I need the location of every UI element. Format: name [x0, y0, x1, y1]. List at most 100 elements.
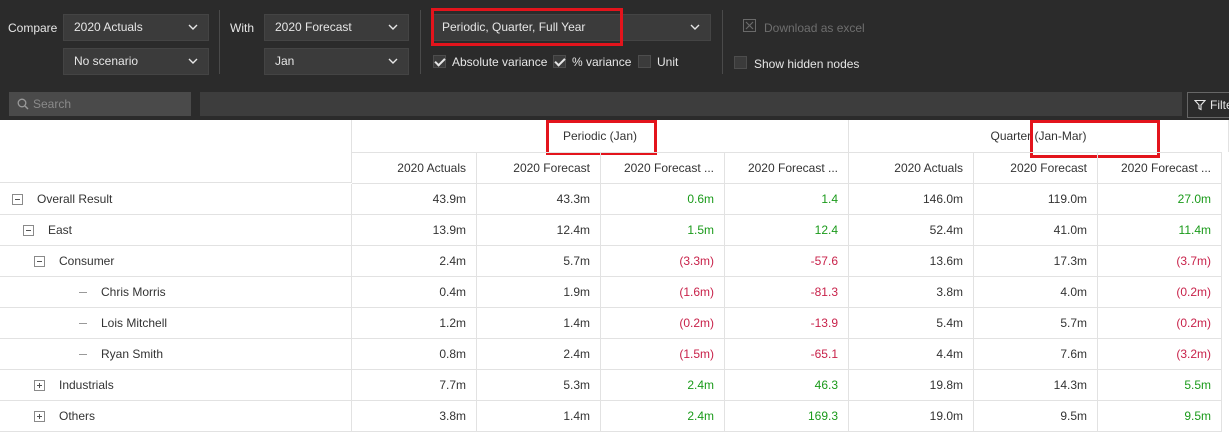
download-excel-button[interactable]: Download as excel — [764, 21, 865, 35]
toolbar-divider — [420, 10, 421, 74]
table-cell: 27.0m — [1098, 184, 1222, 215]
table-row[interactable]: East — [0, 215, 352, 246]
table-cell: (3.2m) — [1098, 339, 1222, 370]
highlight-box — [546, 120, 657, 155]
with-label: With — [230, 21, 254, 35]
chevron-down-icon — [388, 24, 398, 30]
table-cell: 41.0m — [974, 215, 1098, 246]
table-cell: 7.6m — [974, 339, 1098, 370]
with-dropdown-value: 2020 Forecast — [275, 20, 352, 34]
chevron-down-icon — [188, 24, 198, 30]
table-cell: 5.3m — [477, 370, 601, 401]
collapse-icon[interactable] — [23, 225, 34, 236]
expand-icon[interactable] — [34, 411, 45, 422]
table-row[interactable]: Lois Mitchell — [0, 308, 352, 339]
row-label: Chris Morris — [101, 285, 166, 299]
table-cell: 2.4m — [601, 370, 725, 401]
table-cell: 19.0m — [849, 401, 974, 432]
filter-input[interactable] — [200, 92, 1182, 116]
row-label: Others — [59, 409, 96, 423]
table-row[interactable]: Overall Result — [0, 184, 352, 215]
with-dropdown[interactable]: 2020 Forecast — [264, 14, 409, 41]
absolute-variance-checkbox[interactable] — [433, 55, 446, 68]
table-cell: 2.4m — [352, 246, 477, 277]
table-cell: (1.6m) — [601, 277, 725, 308]
table-cell: 11.4m — [1098, 215, 1222, 246]
leaf-icon — [79, 323, 87, 324]
unit-checkbox[interactable] — [638, 55, 651, 68]
table-cell: (0.2m) — [1098, 308, 1222, 339]
scenario-dropdown-value: No scenario — [74, 54, 139, 68]
column-header[interactable]: 2020 Forecast ... — [601, 152, 725, 184]
table-cell: 2.4m — [601, 401, 725, 432]
table-cell: -81.3 — [725, 277, 849, 308]
column-header[interactable]: 2020 Forecast ... — [1098, 152, 1222, 184]
table-row[interactable]: Others — [0, 401, 352, 432]
column-header[interactable]: 2020 Actuals — [352, 152, 477, 184]
table-cell: -13.9 — [725, 308, 849, 339]
table-cell: 0.4m — [352, 277, 477, 308]
column-header[interactable]: 2020 Forecast — [974, 152, 1098, 184]
table-cell: -65.1 — [725, 339, 849, 370]
show-hidden-nodes-checkbox[interactable] — [734, 56, 747, 69]
table-cell: 46.3 — [725, 370, 849, 401]
scenario-dropdown[interactable]: No scenario — [63, 48, 209, 75]
period-dropdown[interactable]: Jan — [264, 48, 409, 75]
table-cell: 4.0m — [974, 277, 1098, 308]
column-header[interactable]: 2020 Actuals — [849, 152, 974, 184]
table-cell: 17.3m — [974, 246, 1098, 277]
table-cell: 5.7m — [477, 246, 601, 277]
toolbar: Compare 2020 Actuals No scenario With 20… — [0, 0, 1229, 90]
leaf-icon — [79, 292, 87, 293]
collapse-icon[interactable] — [12, 194, 23, 205]
table-cell: (3.7m) — [1098, 246, 1222, 277]
compare-dropdown[interactable]: 2020 Actuals — [63, 14, 209, 41]
table-cell: 3.8m — [849, 277, 974, 308]
table-cell: (1.5m) — [601, 339, 725, 370]
leaf-icon — [79, 354, 87, 355]
table-row[interactable]: Industrials — [0, 370, 352, 401]
table-cell: 5.5m — [1098, 370, 1222, 401]
table-cell: 3.8m — [352, 401, 477, 432]
filter-icon — [1194, 99, 1206, 111]
unit-label: Unit — [657, 55, 679, 69]
table-row[interactable]: Chris Morris — [0, 277, 352, 308]
expand-icon[interactable] — [34, 380, 45, 391]
table-cell: 9.5m — [974, 401, 1098, 432]
table-cell: 9.5m — [1098, 401, 1222, 432]
table-cell: 7.7m — [352, 370, 477, 401]
chevron-down-icon — [388, 58, 398, 64]
search-input[interactable]: Search — [9, 92, 191, 116]
table-cell: 2.4m — [477, 339, 601, 370]
collapse-icon[interactable] — [34, 256, 45, 267]
table-cell: 12.4 — [725, 215, 849, 246]
compare-dropdown-value: 2020 Actuals — [74, 20, 143, 34]
table-cell: 13.6m — [849, 246, 974, 277]
row-label: Ryan Smith — [101, 347, 164, 361]
table-cell: 0.6m — [601, 184, 725, 215]
table-cell: 1.9m — [477, 277, 601, 308]
pct-variance-checkbox[interactable] — [553, 55, 566, 68]
filter-button-label: Filter — [1210, 98, 1229, 112]
table-row[interactable]: Ryan Smith — [0, 339, 352, 370]
table-cell: 43.9m — [352, 184, 477, 215]
table-cell: 19.8m — [849, 370, 974, 401]
pct-variance-label: % variance — [572, 55, 632, 69]
row-label: Lois Mitchell — [101, 316, 168, 330]
show-hidden-nodes-label: Show hidden nodes — [754, 57, 860, 71]
filter-button[interactable]: Filter — [1187, 92, 1229, 118]
table-cell: 5.7m — [974, 308, 1098, 339]
data-grid: Periodic (Jan) Quarter (Jan-Mar) 2020 Ac… — [0, 120, 1229, 441]
table-cell: 1.4 — [725, 184, 849, 215]
period-dropdown-value: Jan — [275, 54, 295, 68]
column-header[interactable]: 2020 Forecast ... — [725, 152, 849, 184]
table-cell: 119.0m — [974, 184, 1098, 215]
table-cell: 1.5m — [601, 215, 725, 246]
column-header[interactable]: 2020 Forecast — [477, 152, 601, 184]
absolute-variance-label: Absolute variance — [452, 55, 548, 69]
row-label: Overall Result — [37, 192, 113, 206]
table-row[interactable]: Consumer — [0, 246, 352, 277]
table-cell: 4.4m — [849, 339, 974, 370]
table-cell: 43.3m — [477, 184, 601, 215]
toolbar-divider — [722, 10, 723, 74]
